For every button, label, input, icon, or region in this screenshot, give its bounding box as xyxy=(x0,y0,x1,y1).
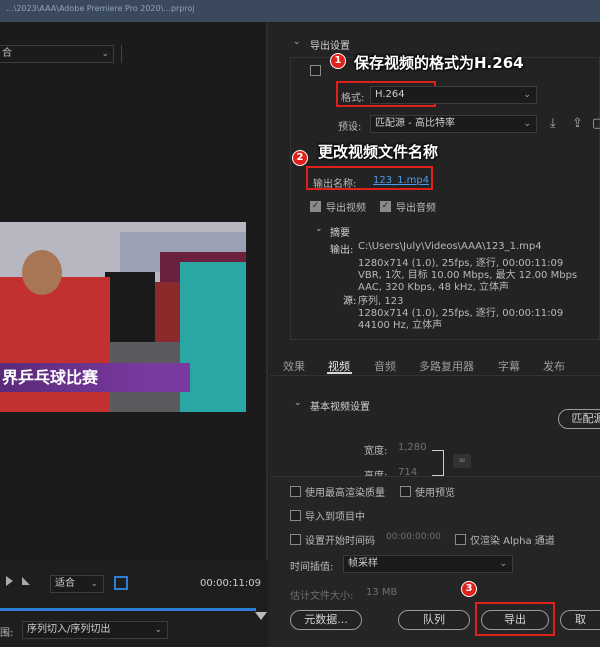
tab-multiplexer[interactable]: 多路复用器 xyxy=(419,358,474,374)
preset-select[interactable]: 匹配源 - 高比特率 ⌄ xyxy=(370,115,537,133)
chevron-down-icon: ⌄ xyxy=(101,49,109,59)
import-preset-icon[interactable]: ⇪ xyxy=(572,116,583,131)
start-timecode-value[interactable]: 00:00:00:00 xyxy=(386,532,441,542)
start-timecode-checkbox[interactable] xyxy=(290,532,301,545)
import-project-label: 导入到项目中 xyxy=(305,512,365,523)
summary-source-label: 源: xyxy=(343,296,357,307)
use-previews-label: 使用预览 xyxy=(415,488,455,499)
fit-select-value: 适合 xyxy=(55,578,75,589)
timecode: 00:00:11:09 xyxy=(200,578,262,589)
video-player-head xyxy=(22,250,62,295)
summary-collapse-icon[interactable]: ⌄ xyxy=(315,224,323,234)
tab-publish[interactable]: 发布 xyxy=(543,358,565,374)
preset-label: 预设: xyxy=(338,122,362,133)
output-name-link[interactable]: 123_1.mp4 xyxy=(373,175,429,186)
file-size-label: 估计文件大小: xyxy=(290,591,354,602)
source-scaling-value: 合 xyxy=(2,48,12,59)
chevron-down-icon: ⌄ xyxy=(499,559,507,569)
chevron-down-icon: ⌄ xyxy=(154,625,162,635)
caption-bar-edge xyxy=(150,363,190,392)
video-caption: 界乒乓球比赛 xyxy=(0,363,150,392)
tab-effects[interactable]: 效果 xyxy=(283,358,305,374)
cancel-button[interactable]: 取 xyxy=(560,610,600,630)
format-value: H.264 xyxy=(375,89,405,100)
video-speaker-box xyxy=(105,272,155,342)
mark-out-icon[interactable] xyxy=(22,577,30,585)
interpolation-value: 帧采样 xyxy=(348,558,378,569)
export-button[interactable]: 导出 xyxy=(481,610,549,630)
chain-link-icon[interactable]: ∞ xyxy=(453,454,471,468)
metadata-button[interactable]: 元数据... xyxy=(290,610,362,630)
video-settings-collapse-icon[interactable]: ⌄ xyxy=(294,398,302,408)
active-tab-underline xyxy=(327,372,352,374)
export-audio-label: 导出音频 xyxy=(396,203,436,214)
render-alpha-label: 仅渲染 Alpha 通道 xyxy=(470,536,555,547)
mark-in-icon[interactable] xyxy=(6,576,13,586)
format-select[interactable]: H.264 ⌄ xyxy=(370,86,537,104)
window-title-bar: ...\2023\AAA\Adobe Premiere Pro 2020\...… xyxy=(0,0,600,22)
summary-output-label: 输出: xyxy=(330,245,354,256)
annotation-2-badge: 2 xyxy=(292,150,308,166)
match-sequence-checkbox[interactable] xyxy=(310,63,321,76)
chevron-down-icon: ⌄ xyxy=(90,579,98,589)
match-source-button[interactable]: 匹配源 xyxy=(558,409,600,429)
source-range-value: 序列切入/序列切出 xyxy=(27,624,111,635)
aspect-link-bracket xyxy=(432,450,444,476)
annotation-1-text: 保存视频的格式为H.264 xyxy=(354,54,524,72)
annotation-2-text: 更改视频文件名称 xyxy=(318,143,439,161)
basic-video-settings-title: 基本视频设置 xyxy=(310,402,370,413)
export-settings-title: 导出设置 xyxy=(310,41,350,52)
timeline-bar[interactable] xyxy=(0,608,256,611)
safe-margins-icon[interactable] xyxy=(114,576,128,590)
video-preview-frame: 界乒乓球比赛 xyxy=(0,222,246,412)
interpolation-label: 时间插值: xyxy=(290,562,334,573)
playhead-marker[interactable] xyxy=(255,612,267,620)
chevron-down-icon: ⌄ xyxy=(523,119,531,129)
preset-value: 匹配源 - 高比特率 xyxy=(375,118,455,129)
annotation-1-badge: 1 xyxy=(330,53,346,69)
summary-title: 摘要 xyxy=(330,228,350,239)
max-render-quality-label: 使用最高渲染质量 xyxy=(305,488,385,499)
export-video-label: 导出视频 xyxy=(326,203,366,214)
render-alpha-checkbox[interactable] xyxy=(455,532,466,545)
summary-output-line: AAC, 320 Kbps, 48 kHz, 立体声 xyxy=(358,282,510,293)
width-label: 宽度: xyxy=(364,446,388,457)
chevron-down-icon: ⌄ xyxy=(523,90,531,100)
collapse-chevron-icon[interactable]: ⌄ xyxy=(293,37,301,47)
width-value[interactable]: 1,280 xyxy=(398,442,427,453)
window-title: ...\2023\AAA\Adobe Premiere Pro 2020\...… xyxy=(6,4,195,13)
interpolation-select[interactable]: 帧采样 ⌄ xyxy=(343,555,513,573)
use-previews-checkbox[interactable] xyxy=(400,484,411,497)
delete-preset-icon[interactable]: ▢ xyxy=(592,116,600,131)
summary-source-line: 44100 Hz, 立体声 xyxy=(358,320,443,331)
summary-output-line: C:\Users\July\Videos\AAA\123_1.mp4 xyxy=(358,241,542,252)
export-audio-checkbox[interactable]: ✓ xyxy=(380,199,391,212)
source-range-select[interactable]: 序列切入/序列切出 ⌄ xyxy=(22,621,168,639)
file-size-value: 13 MB xyxy=(366,587,398,598)
tab-captions[interactable]: 字幕 xyxy=(498,358,520,374)
output-name-label: 输出名称: xyxy=(313,179,357,190)
start-timecode-label: 设置开始时间码 xyxy=(305,536,375,547)
source-scaling-select[interactable]: 合 ⌄ xyxy=(0,45,114,63)
queue-button[interactable]: 队列 xyxy=(398,610,470,630)
export-video-checkbox[interactable]: ✓ xyxy=(310,199,321,212)
divider xyxy=(121,45,122,63)
max-render-quality-checkbox[interactable] xyxy=(290,484,301,497)
annotation-3-badge: 3 xyxy=(461,581,477,597)
save-preset-icon[interactable]: ⤓ xyxy=(550,116,556,131)
fit-select[interactable]: 适合 ⌄ xyxy=(50,575,104,593)
range-label: 围: xyxy=(0,628,14,639)
format-label: 格式: xyxy=(341,93,365,104)
import-project-checkbox[interactable] xyxy=(290,508,301,521)
tab-audio[interactable]: 音频 xyxy=(374,358,396,374)
